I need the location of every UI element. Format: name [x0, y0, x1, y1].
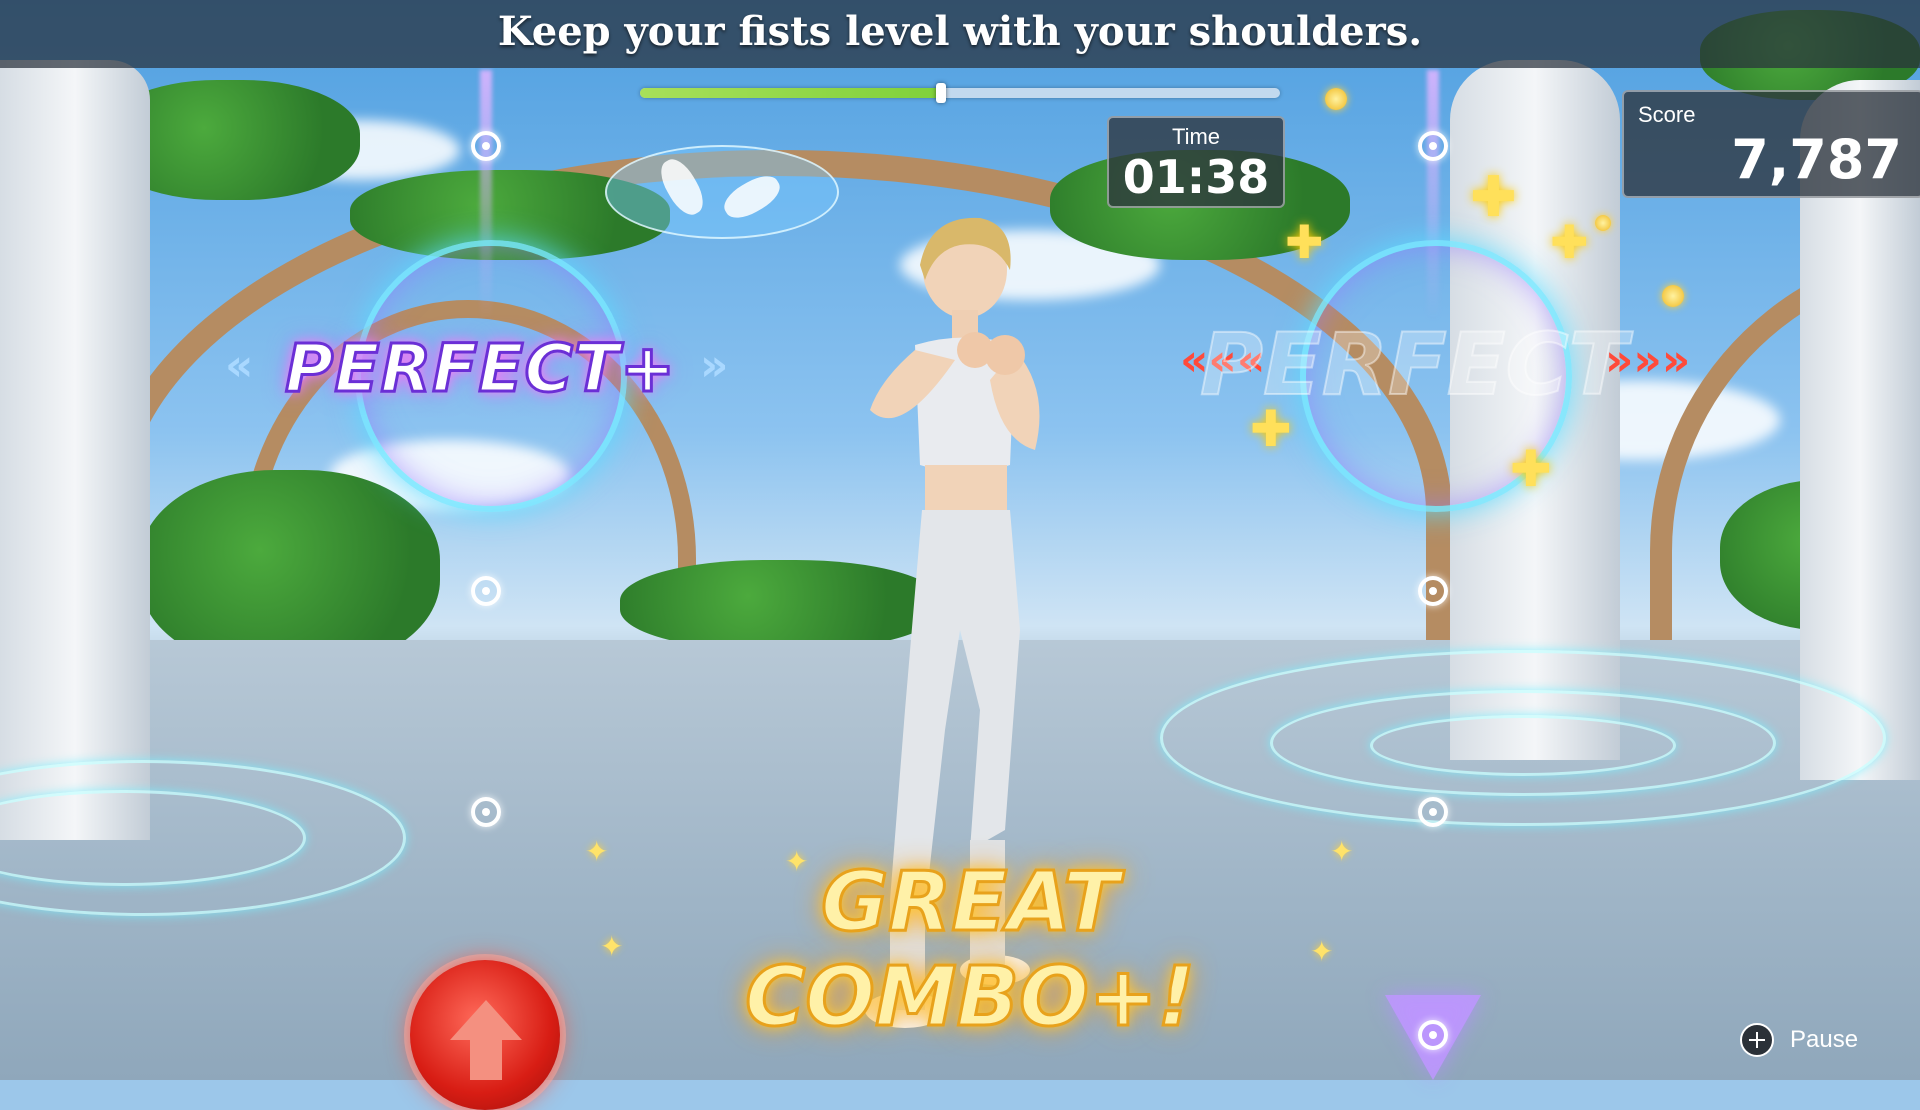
sparkle-icon: ✦: [600, 931, 624, 962]
time-value: 01:38: [1122, 150, 1270, 204]
combo-text: GREAT COMBO+!: [744, 854, 1197, 1047]
judgement-right: PERFECT: [1199, 314, 1628, 416]
position-marker: [471, 576, 501, 606]
time-panel: Time 01:38: [1107, 116, 1285, 208]
right-chevrons-icon: »: [700, 340, 729, 391]
coin-particle: [1595, 215, 1611, 231]
sparkle-icon: ✦: [1310, 936, 1334, 967]
up-arrow-icon: [450, 1000, 522, 1040]
plus-particle-icon: ✚: [1470, 165, 1517, 230]
sparkle-icon: ✦: [1330, 836, 1354, 867]
plus-particle-icon: ✚: [1550, 215, 1589, 269]
sparkle-icon: ✦: [585, 836, 609, 867]
progress-knob: [935, 83, 946, 103]
left-foot-icon: [654, 153, 710, 221]
stone-pillar: [0, 60, 150, 840]
position-marker: [1418, 131, 1448, 161]
floor-ripple: [1370, 715, 1676, 776]
pause-label: Pause: [1790, 1026, 1859, 1053]
coin-particle: [1325, 88, 1347, 110]
score-value: 7,787: [1731, 128, 1902, 191]
position-marker: [1418, 1020, 1448, 1050]
judgement-left: PERFECT+: [283, 329, 677, 409]
up-arrow-stem: [470, 1040, 502, 1080]
instruction-text: Keep your fists level with your shoulder…: [497, 8, 1423, 55]
left-chevrons-icon: «: [225, 340, 254, 391]
progress-fill: [640, 88, 941, 98]
position-marker: [471, 131, 501, 161]
position-marker: [1418, 576, 1448, 606]
right-foot-icon: [718, 169, 786, 225]
coin-particle: [1662, 285, 1684, 307]
pause-button[interactable]: Pause: [1740, 1023, 1858, 1057]
score-label: Score: [1638, 102, 1696, 127]
position-marker: [471, 797, 501, 827]
plus-particle-icon: ✚: [1510, 440, 1552, 498]
right-chevrons-icon: »»»: [1605, 335, 1691, 386]
score-panel: Score 7,787: [1622, 90, 1920, 198]
time-label: Time: [1171, 124, 1221, 149]
plus-icon: [1740, 1023, 1774, 1057]
plus-particle-icon: ✚: [1285, 215, 1324, 269]
sparkle-icon: ✦: [785, 846, 809, 877]
position-marker: [1418, 797, 1448, 827]
footprint-indicator: [605, 145, 839, 239]
song-progress-bar: [640, 83, 1280, 103]
